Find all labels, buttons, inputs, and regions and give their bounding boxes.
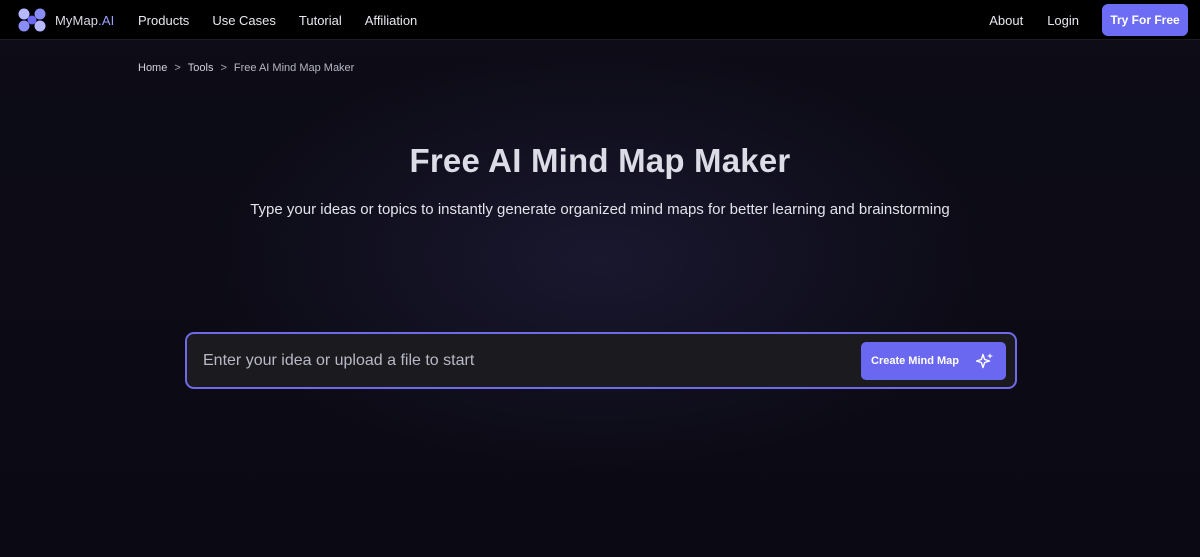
breadcrumb: Home > Tools > Free AI Mind Map Maker xyxy=(138,61,354,75)
prompt-input-container: Create Mind Map xyxy=(185,332,1017,389)
breadcrumb-home-link[interactable]: Home xyxy=(138,62,167,74)
top-navbar: MyMap.AI Products Use Cases Tutorial Aff… xyxy=(0,0,1200,40)
mymap-logo-icon xyxy=(18,8,46,32)
breadcrumb-current-page: Free AI Mind Map Maker xyxy=(233,62,355,74)
breadcrumb-tools-link[interactable]: Tools xyxy=(188,62,214,74)
sparkle-icon xyxy=(976,353,993,369)
nav-products-link[interactable]: Products xyxy=(138,13,189,28)
breadcrumb-separator: > xyxy=(220,62,227,74)
create-mind-map-label: Create Mind Map xyxy=(871,355,960,367)
nav-about-link[interactable]: About xyxy=(989,13,1023,28)
try-for-free-button[interactable]: Try For Free xyxy=(1102,4,1188,36)
nav-login-link[interactable]: Login xyxy=(1047,13,1079,28)
page-title: Free AI Mind Map Maker xyxy=(409,142,791,179)
brand-logo-link[interactable]: MyMap.AI xyxy=(16,7,114,33)
nav-use-cases-link[interactable]: Use Cases xyxy=(212,13,276,28)
idea-input[interactable] xyxy=(203,344,843,378)
brand-name: MyMap.AI xyxy=(55,12,115,28)
create-mind-map-button[interactable]: Create Mind Map xyxy=(861,342,1006,380)
page: MyMap.AI Products Use Cases Tutorial Aff… xyxy=(0,0,1200,557)
page-subtitle: Type your ideas or topics to instantly g… xyxy=(250,201,950,218)
primary-nav: Products Use Cases Tutorial Affiliation xyxy=(138,0,440,40)
breadcrumb-separator: > xyxy=(174,62,181,74)
nav-tutorial-link[interactable]: Tutorial xyxy=(299,13,342,28)
nav-affiliation-link[interactable]: Affiliation xyxy=(365,13,418,28)
secondary-nav: About Login Try For Free xyxy=(989,0,1188,40)
